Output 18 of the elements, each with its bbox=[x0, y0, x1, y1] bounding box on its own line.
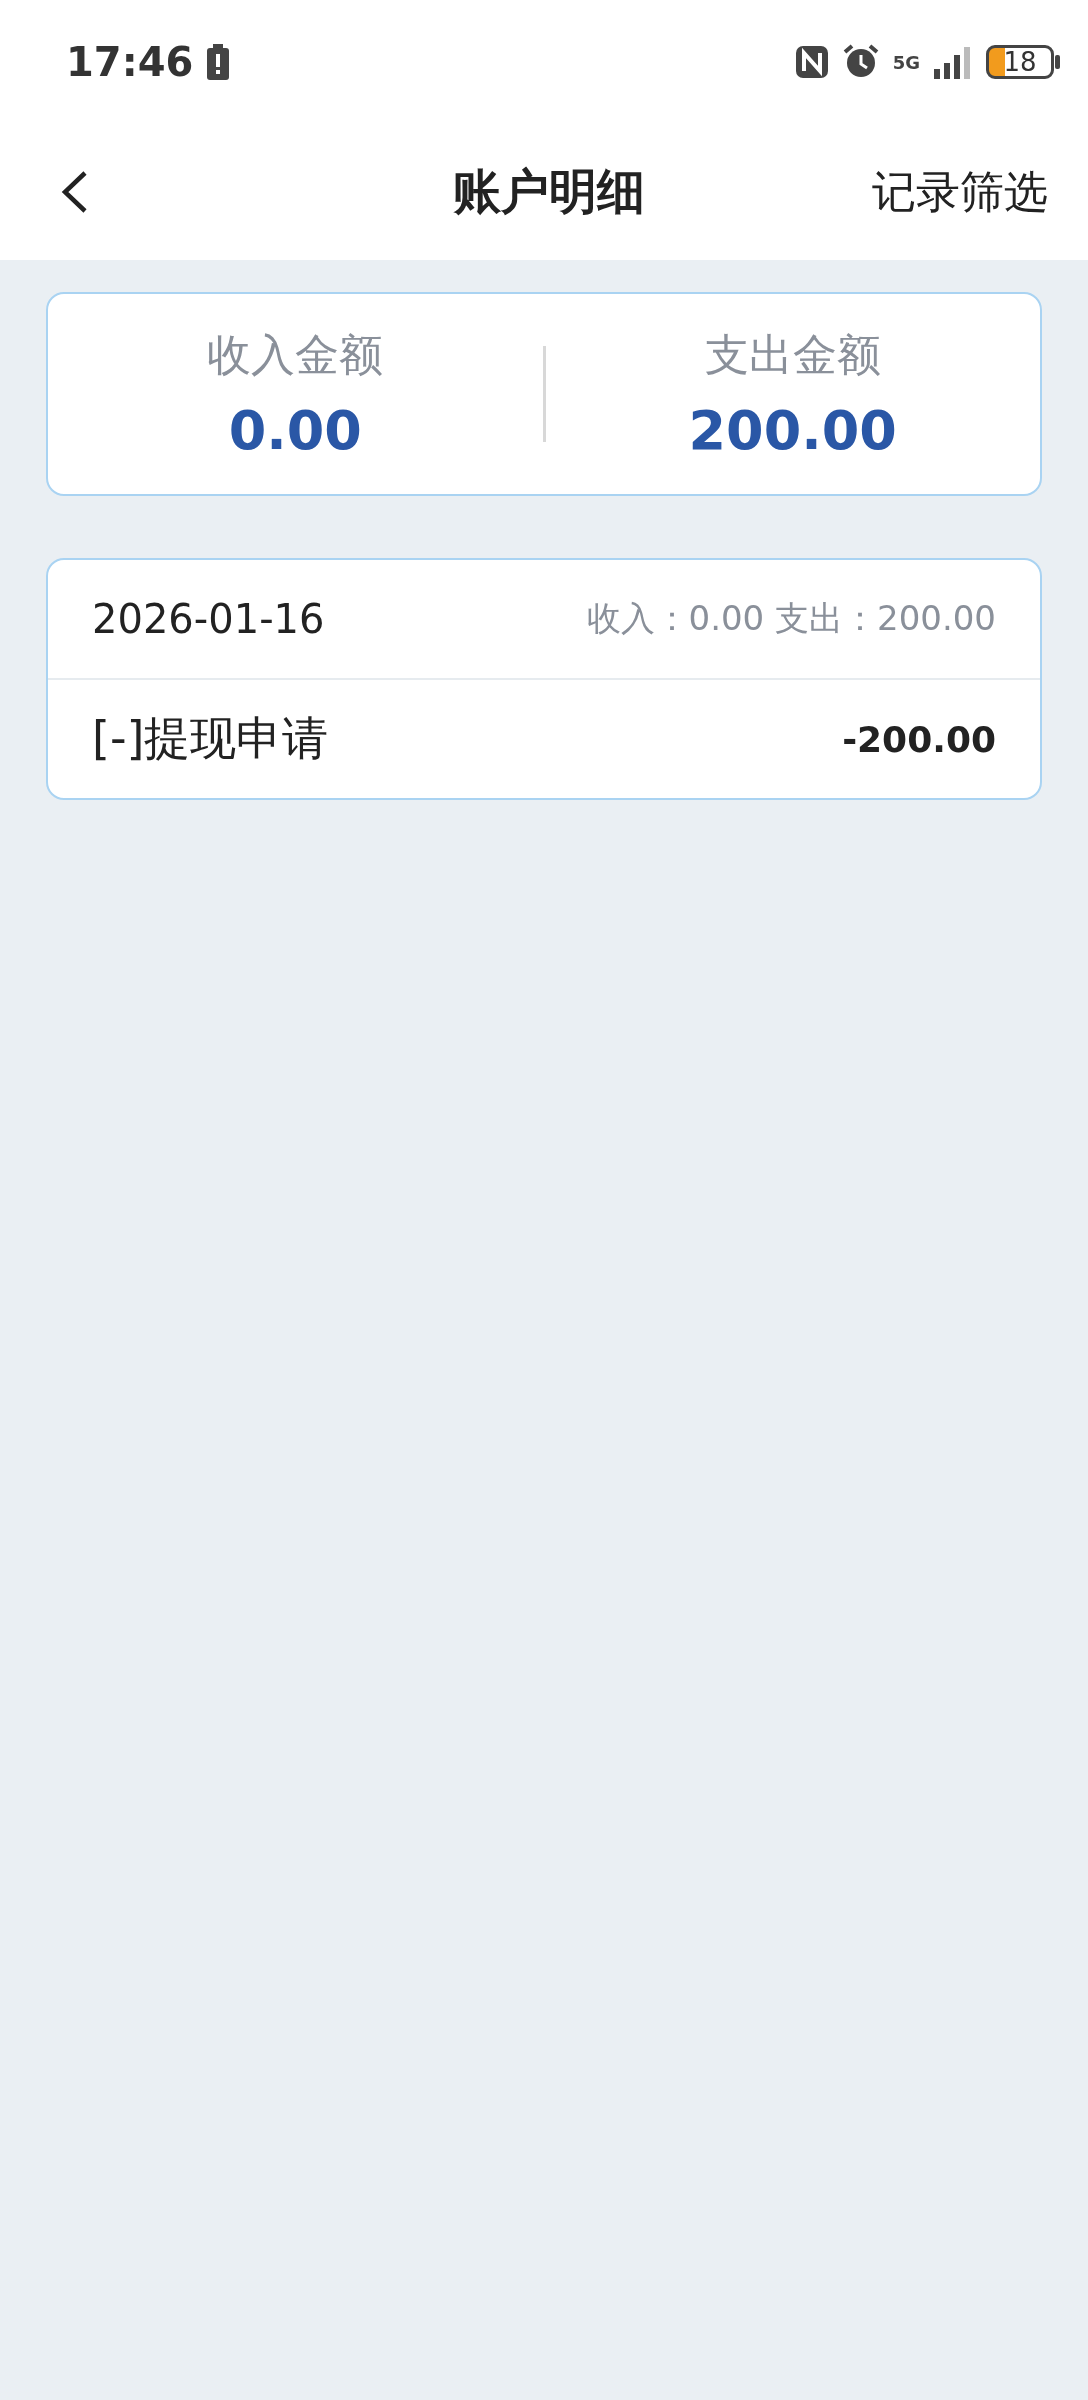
summary-amount: 200.00 bbox=[688, 399, 897, 462]
record-title: [-]提现申请 bbox=[92, 710, 329, 767]
record-date: 2026-01-16 bbox=[92, 596, 325, 642]
battery-indicator: 18 bbox=[986, 45, 1054, 79]
page-title: 账户明细 bbox=[453, 162, 645, 221]
record-row[interactable]: [-]提现申请 -200.00 bbox=[48, 680, 1040, 798]
summary-amount: 0.00 bbox=[228, 399, 362, 462]
filter-button[interactable]: 记录筛选 bbox=[872, 162, 1048, 222]
summary-label: 收入金额 bbox=[207, 328, 384, 382]
status-time: 17:46 bbox=[66, 39, 194, 85]
alarm-icon bbox=[842, 44, 879, 80]
battery-alert-icon bbox=[207, 44, 230, 80]
summary-label: 支出金额 bbox=[704, 328, 881, 382]
day-totals: 收入：0.00 支出：200.00 bbox=[586, 597, 996, 640]
nfc-icon bbox=[794, 45, 829, 79]
signal-icon bbox=[934, 45, 972, 79]
record-amount: -200.00 bbox=[842, 718, 996, 760]
network-type: 5G bbox=[892, 51, 920, 73]
